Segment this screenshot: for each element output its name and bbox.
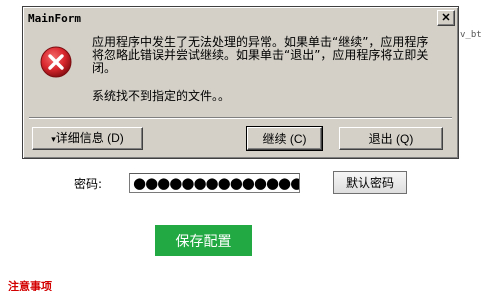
save-config-button[interactable]: 保存配置 [155, 225, 252, 256]
dialog-titlebar[interactable]: MainForm ✕ [26, 10, 455, 28]
details-button-label: 详细信息 (D) [55, 131, 124, 145]
dialog-separator [29, 117, 452, 119]
close-icon: ✕ [441, 11, 451, 24]
password-label: 密码: [74, 177, 103, 191]
details-button[interactable]: ▾详细信息 (D) [32, 127, 143, 150]
notice-line: 注意事项 [8, 279, 483, 291]
error-message: 应用程序中发生了无法处理的异常。如果单击“继续”，应用程序将忽略此错误并尝试继续… [92, 35, 429, 75]
default-password-button[interactable]: 默认密码 [333, 171, 407, 194]
error-icon [40, 46, 72, 78]
error-dialog: MainForm ✕ 应用程序中发生了无法处理的异常。如果单击“继续”，应用程序… [22, 6, 459, 159]
quit-button[interactable]: 退出 (Q) [339, 127, 443, 150]
close-button[interactable]: ✕ [437, 10, 455, 26]
error-detail: 系统找不到指定的文件。。 [92, 89, 231, 103]
notice-prefix: 注意事项 [8, 280, 52, 291]
continue-button[interactable]: 继续 (C) [246, 126, 323, 151]
background-text-fragment: v_bt [460, 30, 482, 40]
password-input[interactable]: ●●●●●●●●●●●●●●●● [129, 173, 300, 193]
dialog-title: MainForm [28, 12, 81, 25]
